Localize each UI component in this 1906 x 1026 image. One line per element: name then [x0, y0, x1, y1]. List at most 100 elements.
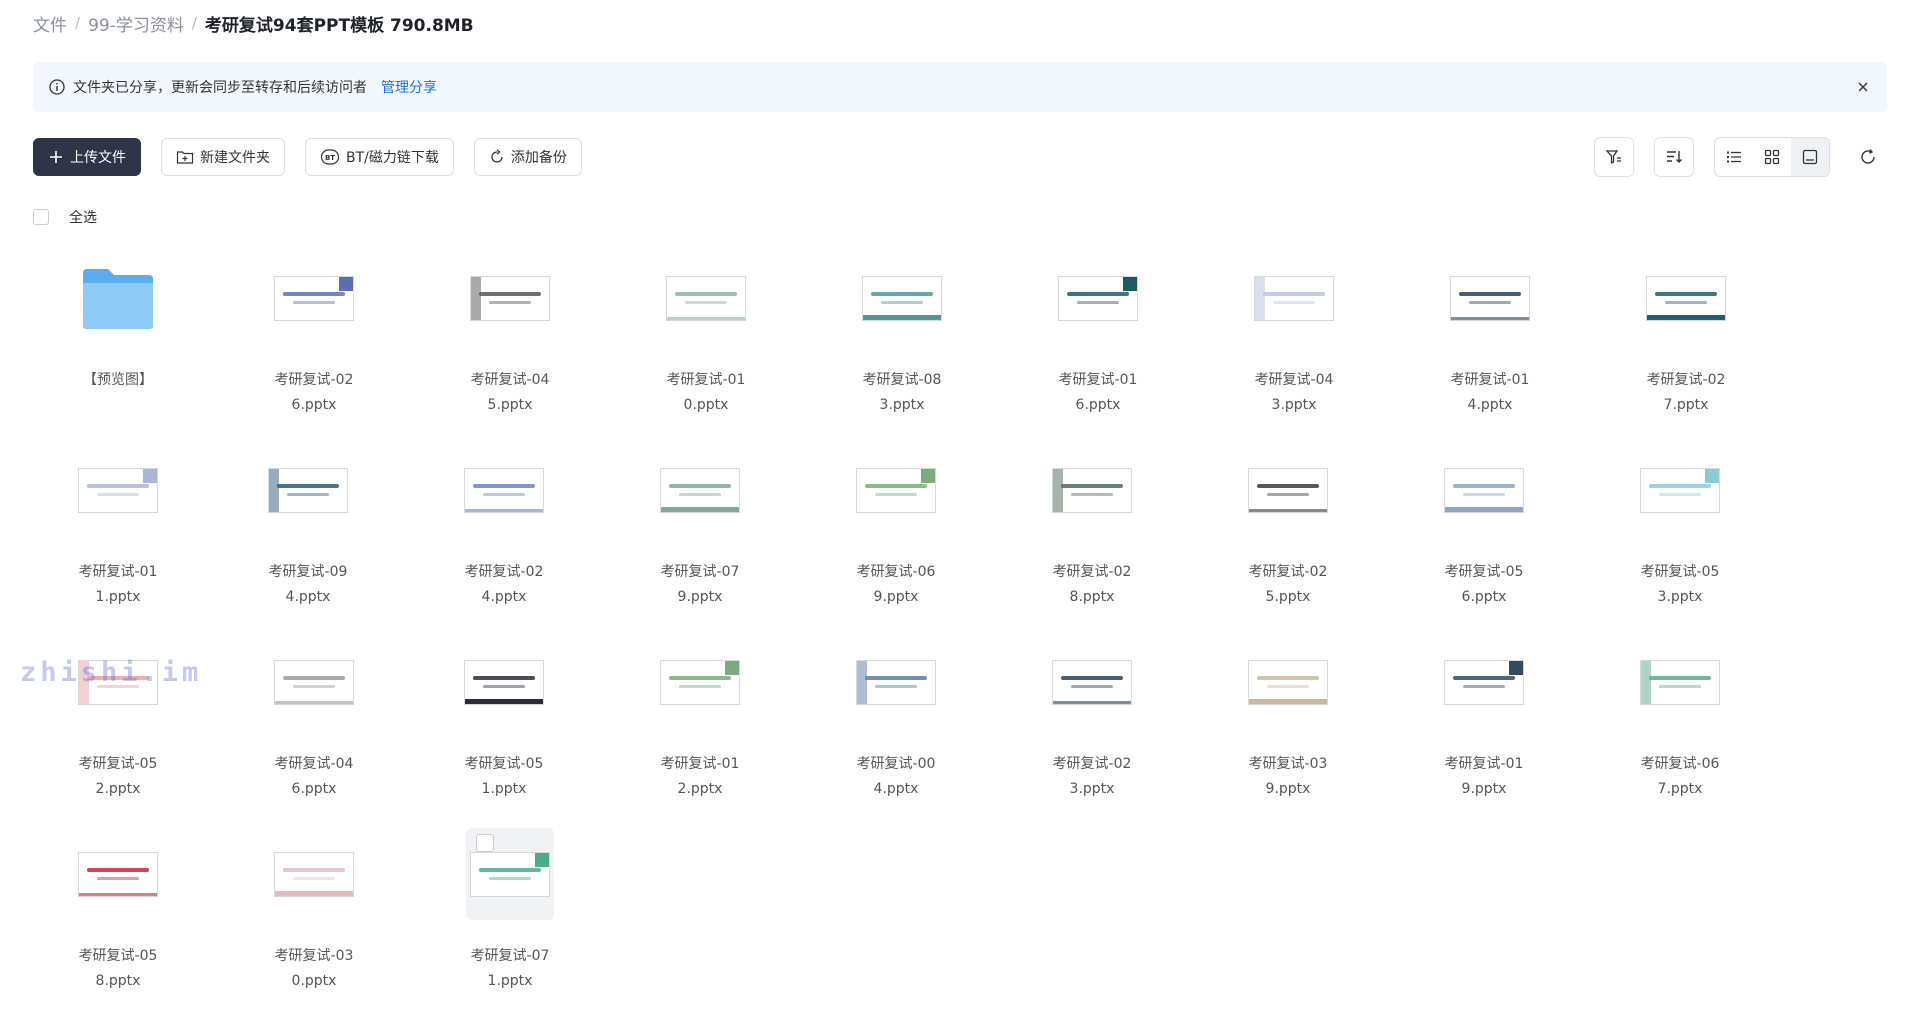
breadcrumb-study-materials[interactable]: 99-学习资料	[88, 11, 184, 36]
file-name: 考研复试-01 2.pptx	[602, 752, 798, 802]
file-item[interactable]: 考研复试-01 0.pptx	[608, 258, 804, 450]
file-name: 考研复试-03 9.pptx	[1190, 752, 1386, 802]
item-checkbox[interactable]	[476, 834, 494, 852]
file-item[interactable]: 考研复试-03 0.pptx	[216, 834, 412, 1026]
thumbnail-view-icon	[1802, 149, 1818, 165]
file-name: 考研复试-09 4.pptx	[210, 560, 406, 610]
list-view-icon	[1727, 151, 1741, 163]
file-name: 考研复试-04 3.pptx	[1196, 368, 1392, 418]
file-item[interactable]: 考研复试-02 6.pptx	[216, 258, 412, 450]
file-name: 考研复试-02 8.pptx	[994, 560, 1190, 610]
manage-share-link[interactable]: 管理分享	[381, 77, 437, 97]
file-name-line2: 9.pptx	[1265, 781, 1311, 797]
upload-file-button[interactable]: 上传文件	[33, 138, 141, 176]
file-name: 考研复试-02 5.pptx	[1190, 560, 1386, 610]
file-name: 考研复试-05 2.pptx	[20, 752, 216, 802]
file-item[interactable]: 考研复试-09 4.pptx	[210, 450, 406, 642]
file-name-line2: 4.pptx	[1467, 397, 1513, 413]
select-all-checkbox[interactable]	[33, 209, 49, 225]
folder-icon	[77, 258, 159, 338]
file-name-line2: 3.pptx	[1657, 589, 1703, 605]
folder-item[interactable]: 【预览图】	[20, 258, 216, 450]
file-name-line1: 考研复试-01	[1058, 372, 1138, 388]
pptx-thumbnail	[77, 642, 159, 722]
pptx-thumbnail	[855, 642, 937, 722]
list-view-button[interactable]	[1715, 138, 1753, 176]
pptx-thumbnail	[665, 258, 747, 338]
file-item[interactable]: 考研复试-08 3.pptx	[804, 258, 1000, 450]
file-item[interactable]: 考研复试-05 3.pptx	[1582, 450, 1778, 642]
share-notice-bar: 文件夹已分享，更新会同步至转存和后续访问者 管理分享	[33, 62, 1887, 112]
breadcrumb-separator: /	[75, 14, 81, 32]
file-name-line1: 考研复试-05	[464, 756, 544, 772]
file-name: 考研复试-06 7.pptx	[1582, 752, 1778, 802]
file-item[interactable]: 考研复试-01 6.pptx	[1000, 258, 1196, 450]
pptx-thumbnail	[77, 834, 159, 914]
add-backup-button[interactable]: 添加备份	[473, 138, 582, 176]
file-name-line1: 考研复试-02	[1248, 564, 1328, 580]
file-item[interactable]: 考研复试-01 4.pptx	[1392, 258, 1588, 450]
file-name-line2: 9.pptx	[677, 589, 723, 605]
file-name-line2: 1.pptx	[95, 589, 141, 605]
refresh-icon	[1861, 149, 1875, 164]
file-item[interactable]: 考研复试-06 9.pptx	[798, 450, 994, 642]
pptx-thumbnail	[1247, 450, 1329, 530]
file-name-line1: 考研复试-01	[1450, 372, 1530, 388]
file-item[interactable]: 考研复试-02 7.pptx	[1588, 258, 1784, 450]
file-name: 考研复试-00 4.pptx	[798, 752, 994, 802]
file-name-line1: 考研复试-04	[274, 756, 354, 772]
sort-button[interactable]	[1654, 137, 1694, 177]
file-name-line2: 4.pptx	[285, 589, 331, 605]
breadcrumb-current-folder: 考研复试94套PPT模板 790.8MB	[204, 15, 474, 36]
file-name-line2: 7.pptx	[1663, 397, 1709, 413]
backup-sync-icon	[491, 149, 503, 163]
file-name-line1: 考研复试-04	[1254, 372, 1334, 388]
file-name: 考研复试-01 0.pptx	[608, 368, 804, 418]
file-item[interactable]: 考研复试-02 5.pptx	[1190, 450, 1386, 642]
file-item[interactable]: 考研复试-05 6.pptx	[1386, 450, 1582, 642]
file-name-line2: 0.pptx	[291, 973, 337, 989]
file-name-line1: 考研复试-02	[464, 564, 544, 580]
new-folder-button[interactable]: 新建文件夹	[161, 138, 285, 176]
file-name: 考研复试-06 9.pptx	[798, 560, 994, 610]
close-icon[interactable]	[1855, 79, 1871, 95]
file-item[interactable]: 考研复试-04 3.pptx	[1196, 258, 1392, 450]
file-item[interactable]: 考研复试-02 8.pptx	[994, 450, 1190, 642]
file-name-line2: 1.pptx	[487, 973, 533, 989]
pptx-thumbnail	[1639, 642, 1721, 722]
file-name-line2: 6.pptx	[291, 397, 337, 413]
file-item[interactable]: 考研复试-01 9.pptx	[1386, 642, 1582, 834]
file-item[interactable]: 考研复试-05 2.pptx	[20, 642, 216, 834]
file-item[interactable]: 考研复试-04 5.pptx	[412, 258, 608, 450]
breadcrumb: 文件 / 99-学习资料 / 考研复试94套PPT模板 790.8MB	[33, 10, 474, 36]
plus-icon	[50, 151, 62, 163]
pptx-thumbnail	[273, 834, 355, 914]
file-item[interactable]: 考研复试-02 3.pptx	[994, 642, 1190, 834]
file-item[interactable]: 考研复试-07 9.pptx	[602, 450, 798, 642]
grid-view-button[interactable]	[1753, 138, 1791, 176]
bt-magnet-download-button[interactable]: BT BT/磁力链下载	[305, 138, 454, 176]
filter-button[interactable]	[1594, 137, 1634, 177]
refresh-button[interactable]	[1848, 137, 1888, 177]
file-item[interactable]: 考研复试-01 2.pptx	[602, 642, 798, 834]
pptx-thumbnail	[659, 450, 741, 530]
file-name-line1: 考研复试-05	[1640, 564, 1720, 580]
file-item[interactable]: 考研复试-04 6.pptx	[216, 642, 406, 834]
file-name-line2: 9.pptx	[873, 589, 919, 605]
file-item[interactable]: 考研复试-05 8.pptx	[20, 834, 216, 1026]
pptx-thumbnail	[1247, 642, 1329, 722]
thumbnail-view-button[interactable]	[1791, 138, 1829, 176]
select-all[interactable]: 全选	[33, 207, 97, 227]
file-item[interactable]: 考研复试-01 1.pptx	[20, 450, 210, 642]
file-name-line1: 考研复试-05	[78, 948, 158, 964]
file-name: 考研复试-01 1.pptx	[20, 560, 216, 610]
file-item[interactable]: 考研复试-00 4.pptx	[798, 642, 994, 834]
file-name: 考研复试-07 9.pptx	[602, 560, 798, 610]
pptx-thumbnail	[273, 258, 355, 338]
file-item[interactable]: 考研复试-06 7.pptx	[1582, 642, 1778, 834]
breadcrumb-files[interactable]: 文件	[33, 11, 67, 36]
file-item[interactable]: 考研复试-07 1.pptx	[412, 828, 602, 1026]
file-item[interactable]: 考研复试-05 1.pptx	[406, 642, 602, 834]
file-item[interactable]: 考研复试-02 4.pptx	[406, 450, 602, 642]
file-item[interactable]: 考研复试-03 9.pptx	[1190, 642, 1386, 834]
